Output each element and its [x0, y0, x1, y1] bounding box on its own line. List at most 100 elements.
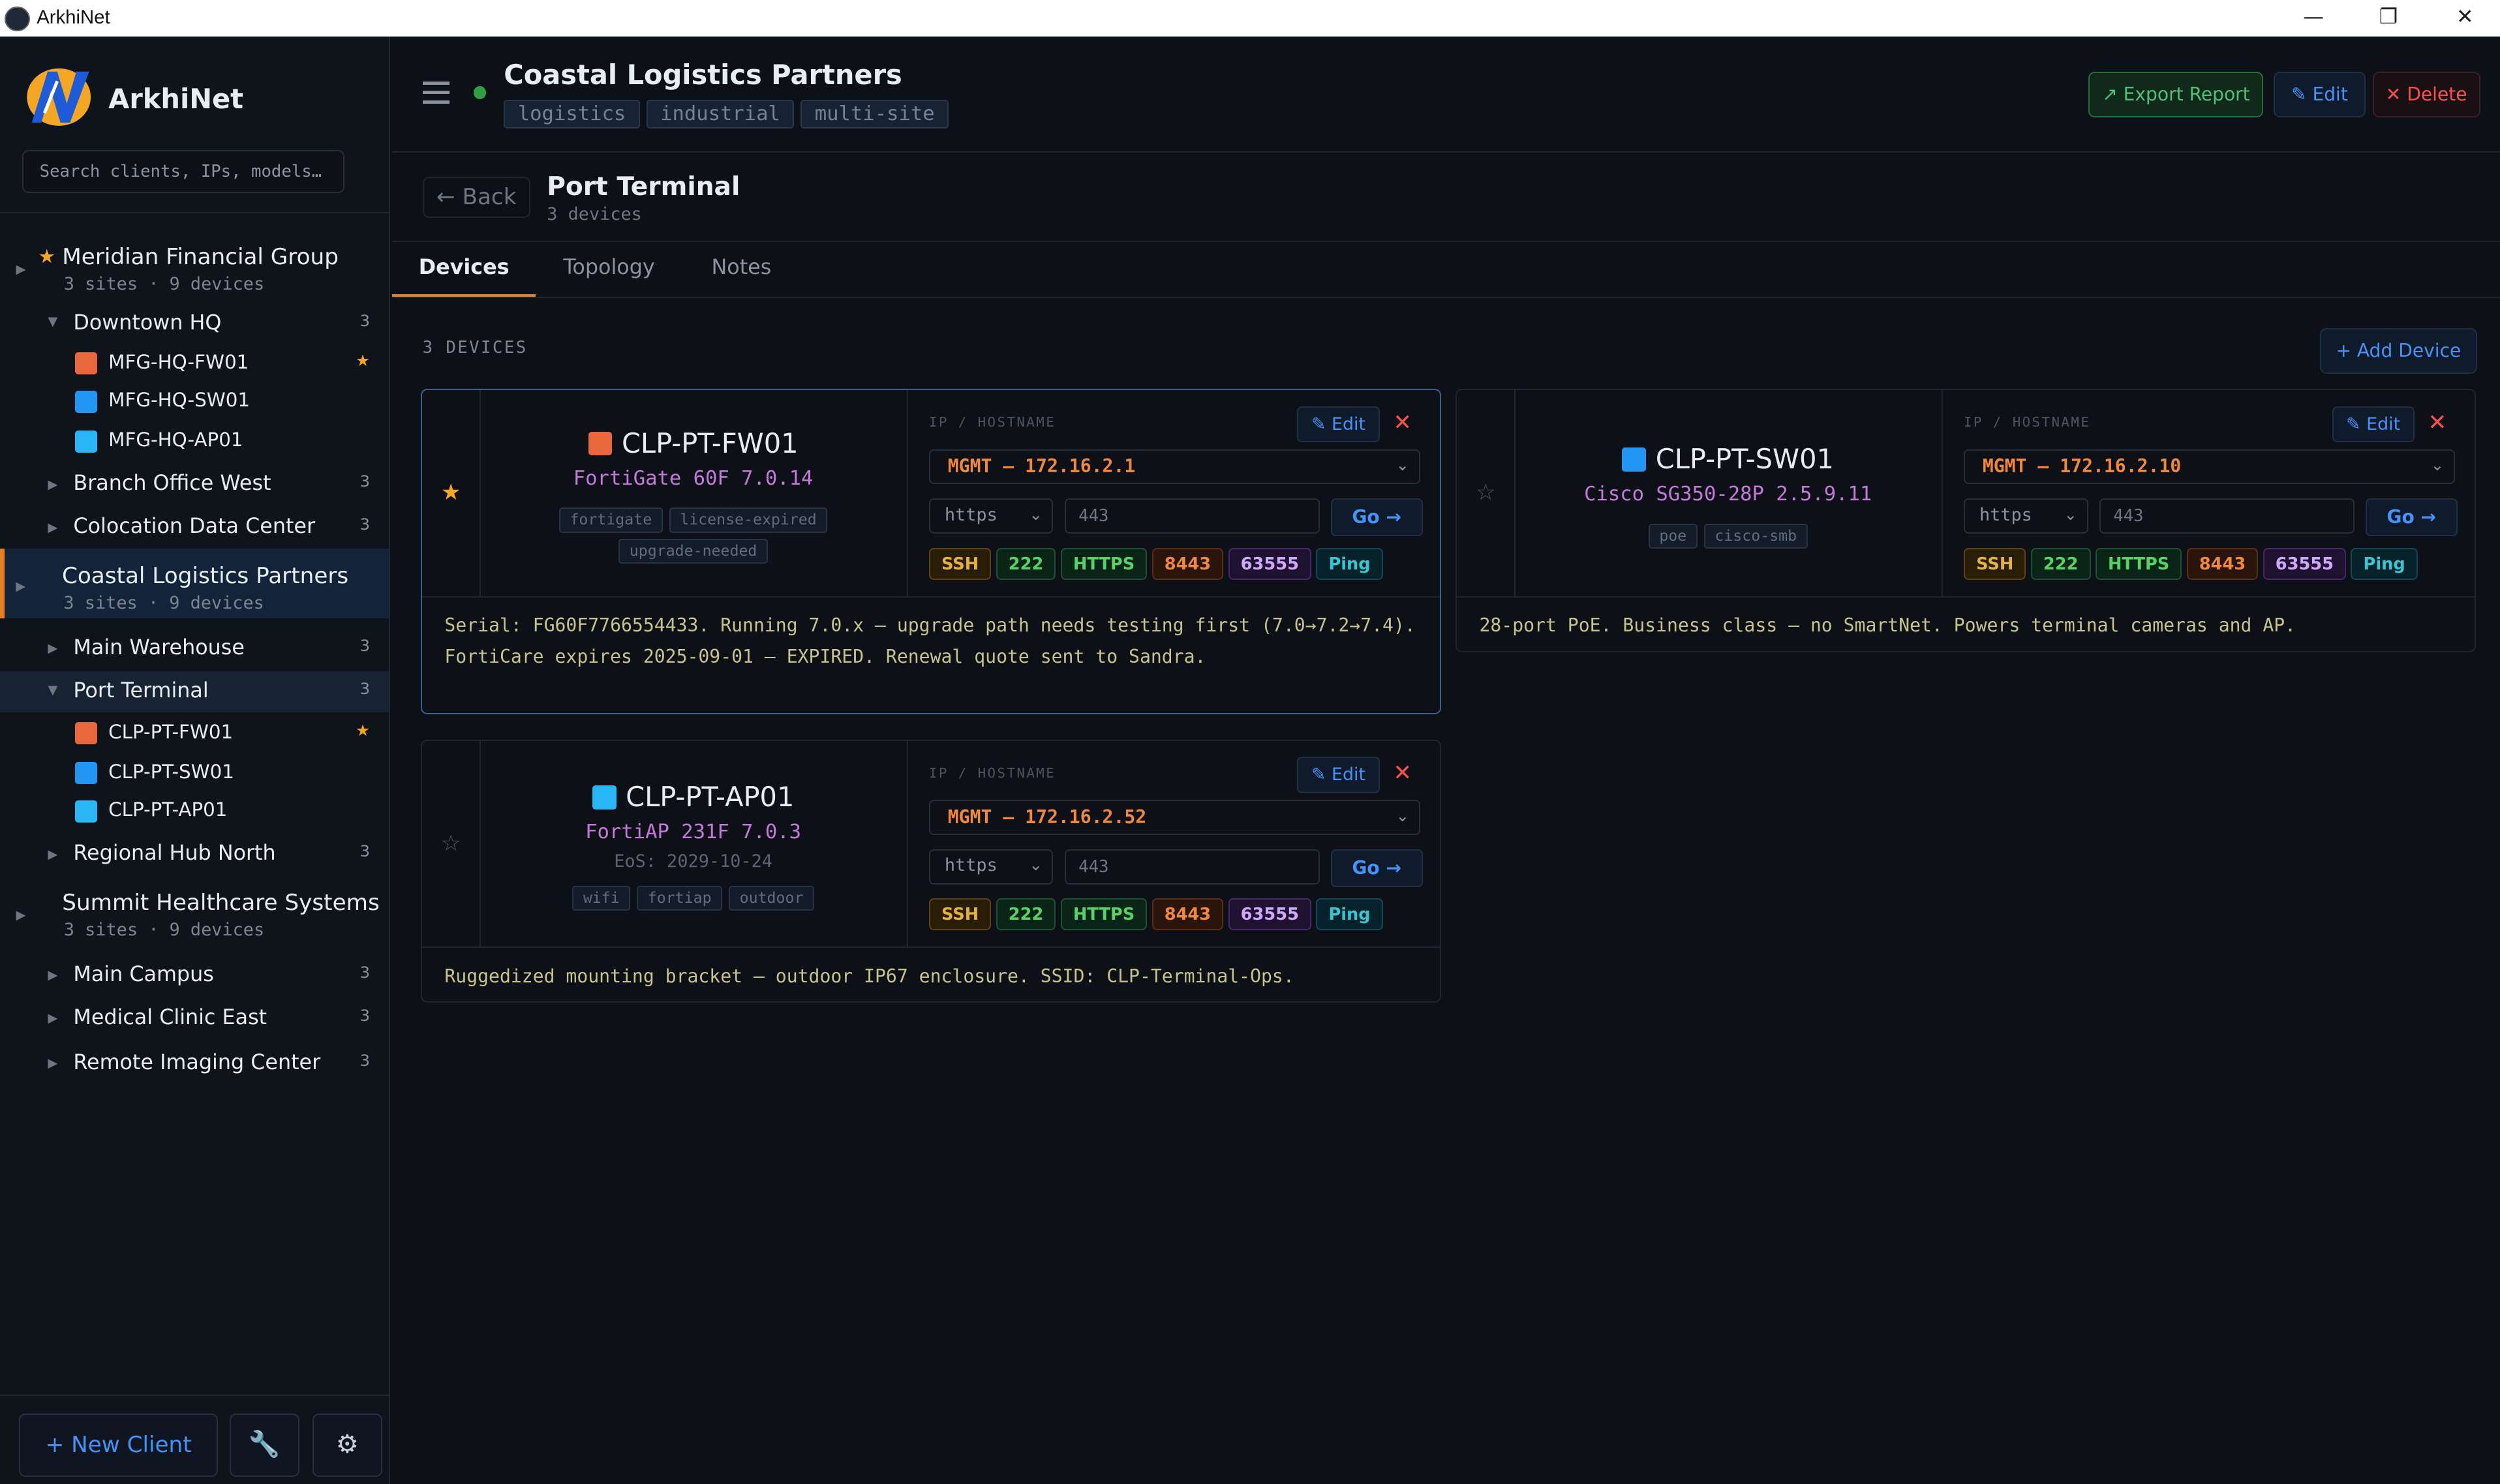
mgmt-address-select[interactable]: MGMT — 172.16.2.1 ⌄ — [928, 449, 1420, 485]
export-report-button[interactable]: ↗ Export Report — [2088, 71, 2264, 117]
caret-right-icon[interactable]: ▶ — [16, 579, 25, 594]
site-item-downtown-hq[interactable]: ▼ Downtown HQ 3 — [0, 303, 389, 344]
ping-button[interactable]: Ping — [1316, 898, 1383, 931]
gear-icon[interactable]: ⚙ — [312, 1414, 382, 1477]
ping-button[interactable]: Ping — [2351, 547, 2418, 580]
delete-client-button[interactable]: ✕ Delete — [2372, 71, 2480, 117]
site-item-colocation-data-center[interactable]: ▶ Colocation Data Center 3 — [0, 507, 389, 549]
star-icon[interactable]: ★ — [422, 479, 480, 506]
caret-down-icon[interactable]: ▼ — [48, 682, 57, 697]
edit-device-button[interactable]: ✎ Edit — [1297, 406, 1380, 443]
site-item-regional-hub-north[interactable]: ▶ Regional Hub North 3 — [0, 834, 389, 875]
device-card-clp-pt-ap01[interactable]: ☆ CLP-PT-AP01 FortiAP 231F 7.0.3 EoS: 20… — [421, 739, 1442, 1003]
caret-right-icon[interactable]: ▶ — [48, 477, 57, 492]
https-button[interactable]: HTTPS — [2095, 547, 2182, 580]
caret-right-icon[interactable]: ▶ — [48, 520, 57, 535]
port-8443-button[interactable]: 8443 — [1151, 898, 1224, 931]
edit-client-button[interactable]: ✎ Edit — [2273, 71, 2366, 117]
new-client-button[interactable]: + New Client — [19, 1414, 218, 1477]
protocol-select[interactable]: https ⌄ — [928, 498, 1054, 534]
close-window-button[interactable]: ✕ — [2441, 1, 2489, 33]
device-item-clp-pt-ap01[interactable]: CLP-PT-AP01 — [0, 793, 389, 831]
port-63555-button[interactable]: 63555 — [1228, 898, 1312, 931]
connection-panel: IP / HOSTNAME ✎ Edit ✕ MGMT — 172.16.2.1… — [907, 390, 1441, 596]
caret-right-icon[interactable]: ▶ — [48, 847, 57, 862]
wifi-icon — [74, 430, 98, 453]
device-tags: poe cisco-smb — [1514, 518, 1942, 549]
ssh-button[interactable]: SSH — [928, 898, 992, 931]
search-input[interactable] — [22, 149, 344, 193]
menu-icon[interactable] — [422, 81, 450, 104]
maximize-button[interactable]: ❐ — [2364, 1, 2412, 33]
site-item-port-terminal[interactable]: ▼ Port Terminal 3 — [0, 671, 389, 713]
go-button[interactable]: Go → — [1330, 498, 1423, 537]
star-outline-icon[interactable]: ☆ — [422, 830, 480, 856]
switch-icon — [1622, 447, 1647, 472]
site-item-remote-imaging-center[interactable]: ▶ Remote Imaging Center 3 — [0, 1042, 389, 1084]
ssh-button[interactable]: SSH — [928, 547, 992, 580]
ping-button[interactable]: Ping — [1316, 547, 1383, 580]
port-63555-button[interactable]: 63555 — [2263, 547, 2347, 580]
minimize-button[interactable]: — — [2289, 1, 2337, 33]
port-222-button[interactable]: 222 — [996, 898, 1056, 931]
client-item-meridian[interactable]: ▶ ★ Meridian Financial Group 3 sites · 9… — [0, 236, 389, 307]
caret-right-icon[interactable]: ▶ — [48, 641, 57, 656]
edit-device-button[interactable]: ✎ Edit — [2332, 406, 2415, 443]
main-panel: Coastal Logistics Partners logistics indu… — [392, 37, 2500, 1484]
port-8443-button[interactable]: 8443 — [2186, 547, 2259, 580]
go-button[interactable]: Go → — [2365, 498, 2458, 537]
device-item-clp-pt-fw01[interactable]: CLP-PT-FW01 ★ — [0, 714, 389, 753]
edit-device-button[interactable]: ✎ Edit — [1297, 757, 1380, 793]
client-item-summit[interactable]: ▶ Summit Healthcare Systems 3 sites · 9 … — [0, 881, 389, 952]
tab-bar: Devices Topology Notes — [392, 241, 2500, 298]
close-icon[interactable]: ✕ — [1386, 406, 1418, 440]
client-item-coastal[interactable]: ▶ Coastal Logistics Partners 3 sites · 9… — [0, 548, 389, 619]
wrench-icon[interactable]: 🔧 — [229, 1414, 299, 1477]
caret-right-icon[interactable]: ▶ — [48, 1010, 57, 1025]
tab-topology[interactable]: Topology — [545, 241, 673, 297]
caret-right-icon[interactable]: ▶ — [48, 1055, 57, 1070]
port-input[interactable]: 443 — [1064, 498, 1320, 534]
site-header: ← Back Port Terminal 3 devices — [392, 153, 2500, 242]
device-item-mfg-hq-ap01[interactable]: MFG-HQ-AP01 — [0, 423, 389, 461]
mgmt-address-select[interactable]: MGMT — 172.16.2.10 ⌄ — [1963, 449, 2455, 485]
port-63555-button[interactable]: 63555 — [1228, 547, 1312, 580]
close-icon[interactable]: ✕ — [2421, 406, 2453, 440]
tag: outdoor — [728, 885, 815, 911]
protocol-select[interactable]: https ⌄ — [928, 849, 1054, 885]
device-item-mfg-hq-sw01[interactable]: MFG-HQ-SW01 — [0, 383, 389, 421]
caret-down-icon[interactable]: ▼ — [48, 314, 57, 329]
site-item-medical-clinic-east[interactable]: ▶ Medical Clinic East 3 — [0, 998, 389, 1040]
caret-right-icon[interactable]: ▶ — [16, 907, 25, 922]
site-item-main-campus[interactable]: ▶ Main Campus 3 — [0, 955, 389, 997]
port-8443-button[interactable]: 8443 — [1151, 547, 1224, 580]
site-count: 3 — [359, 963, 370, 982]
device-item-mfg-hq-fw01[interactable]: MFG-HQ-FW01 ★ — [0, 344, 389, 383]
star-outline-icon[interactable]: ☆ — [1457, 479, 1514, 506]
device-card-clp-pt-sw01[interactable]: ☆ CLP-PT-SW01 Cisco SG350-28P 2.5.9.11 p… — [1456, 389, 2477, 652]
device-item-clp-pt-sw01[interactable]: CLP-PT-SW01 — [0, 754, 389, 793]
tab-devices[interactable]: Devices — [392, 241, 536, 297]
logo-icon — [27, 68, 91, 127]
site-count: 3 — [359, 310, 370, 330]
port-input[interactable]: 443 — [1064, 849, 1320, 885]
mgmt-address-select[interactable]: MGMT — 172.16.2.52 ⌄ — [928, 800, 1420, 836]
site-item-main-warehouse[interactable]: ▶ Main Warehouse 3 — [0, 628, 389, 670]
https-button[interactable]: HTTPS — [1060, 547, 1148, 580]
protocol-select[interactable]: https ⌄ — [1963, 498, 2088, 534]
device-card-clp-pt-fw01[interactable]: ★ CLP-PT-FW01 FortiGate 60F 7.0.14 forti… — [421, 389, 1442, 714]
site-item-branch-office-west[interactable]: ▶ Branch Office West 3 — [0, 464, 389, 506]
client-name: Coastal Logistics Partners — [61, 562, 349, 589]
https-button[interactable]: HTTPS — [1060, 898, 1148, 931]
caret-right-icon[interactable]: ▶ — [16, 262, 25, 277]
close-icon[interactable]: ✕ — [1386, 757, 1418, 790]
port-222-button[interactable]: 222 — [996, 547, 1056, 580]
port-input[interactable]: 443 — [2099, 498, 2355, 534]
port-222-button[interactable]: 222 — [2030, 547, 2091, 580]
caret-right-icon[interactable]: ▶ — [48, 967, 57, 982]
go-button[interactable]: Go → — [1330, 849, 1423, 887]
back-button[interactable]: ← Back — [422, 177, 530, 218]
ssh-button[interactable]: SSH — [1963, 547, 2026, 580]
add-device-button[interactable]: + Add Device — [2319, 328, 2477, 374]
tab-notes[interactable]: Notes — [689, 241, 794, 297]
